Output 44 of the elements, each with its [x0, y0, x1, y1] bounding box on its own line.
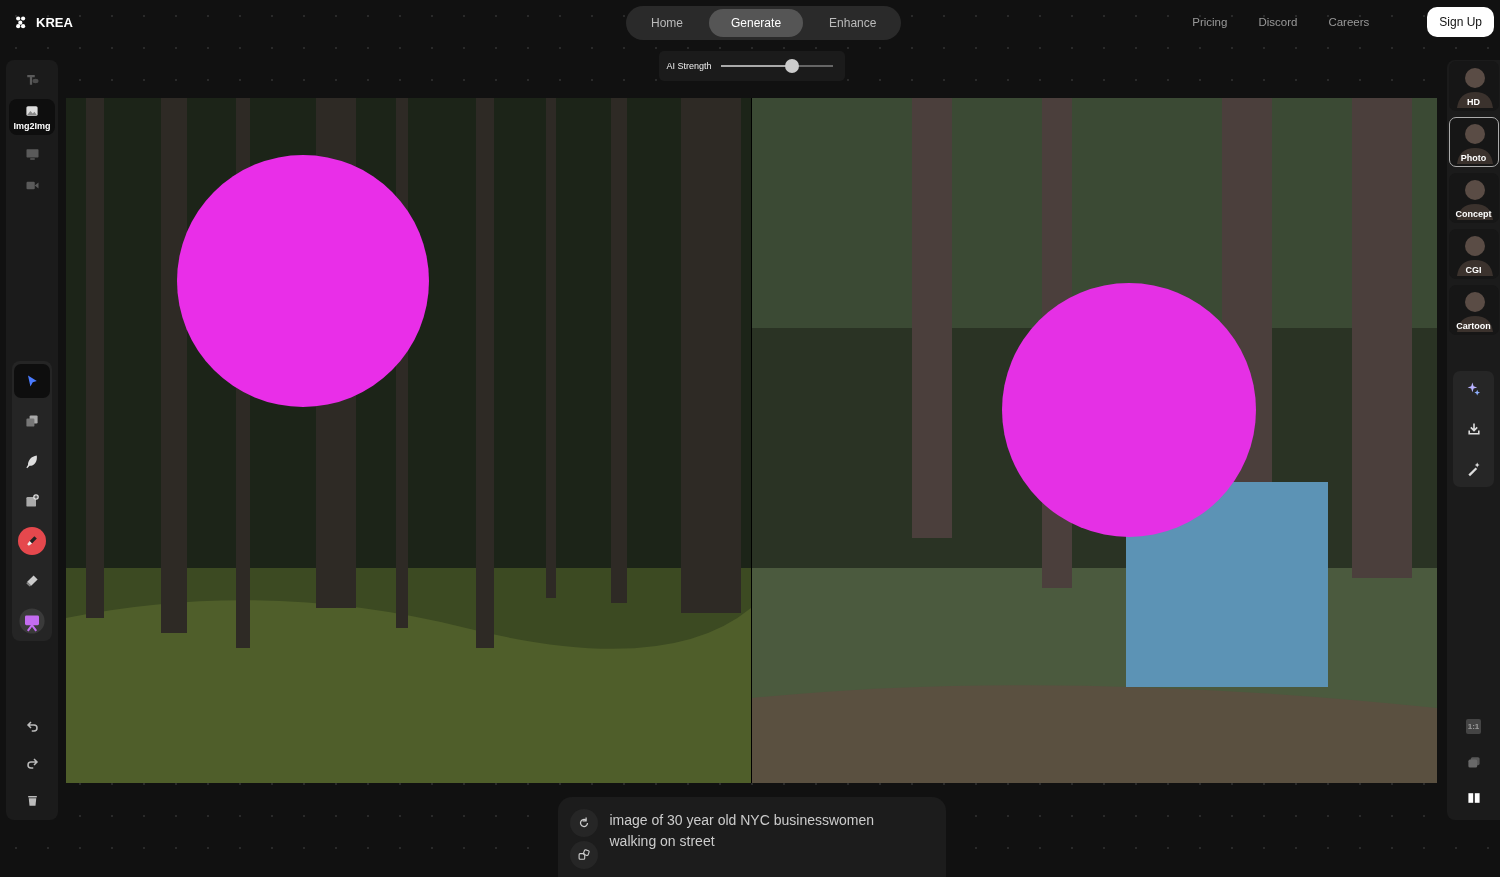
overlay-view-button[interactable] — [1465, 754, 1482, 770]
nav-tab[interactable]: Home — [629, 9, 705, 37]
refresh-button[interactable] — [569, 809, 598, 837]
add-image-icon — [24, 493, 40, 509]
download-button[interactable] — [1465, 421, 1482, 437]
text-image-icon — [24, 72, 40, 87]
undo-icon — [24, 719, 40, 734]
redo-button[interactable] — [24, 756, 40, 771]
style-preset[interactable]: Photo — [1448, 117, 1499, 167]
mode-button[interactable]: Img2Img — [9, 99, 55, 135]
nav-tab[interactable]: Enhance — [807, 9, 899, 37]
nav-link[interactable]: Careers — [1328, 16, 1370, 28]
redo-icon — [24, 756, 40, 771]
eraser-icon — [24, 573, 40, 589]
nav-link[interactable]: Discord — [1258, 16, 1298, 28]
krea-logo[interactable] — [14, 15, 28, 29]
dice-button[interactable] — [569, 841, 598, 869]
style-preset[interactable]: Concept — [1448, 173, 1499, 223]
dice-icon — [576, 848, 591, 862]
style-preset[interactable]: HD — [1448, 61, 1499, 111]
slider-thumb[interactable] — [785, 59, 800, 73]
undo-button[interactable] — [24, 719, 40, 734]
download-icon — [1465, 421, 1482, 437]
easel-icon — [18, 607, 46, 635]
split-view-icon — [1465, 790, 1482, 806]
aspect-ratio-button[interactable]: 1:1 — [1465, 719, 1482, 734]
sparkle-button[interactable] — [1465, 381, 1482, 397]
magic-button[interactable] — [1465, 461, 1482, 477]
style-preset[interactable]: Cartoon — [1448, 285, 1499, 335]
brand-name: KREA — [36, 14, 73, 30]
style-preset[interactable]: CGI — [1448, 229, 1499, 279]
feather-icon — [24, 453, 40, 469]
sign-up-button[interactable]: Sign Up — [1427, 7, 1494, 37]
sparkle-icon — [1465, 381, 1482, 397]
nav-link[interactable]: Pricing — [1192, 16, 1228, 28]
monitor-icon — [24, 147, 40, 162]
magic-wand-icon — [1465, 461, 1482, 477]
slider-label: AI Strength — [666, 61, 712, 71]
image-icon — [24, 103, 40, 119]
overlap-squares-icon — [1465, 754, 1482, 770]
nav-tab[interactable]: Generate — [709, 9, 804, 37]
layers-icon — [24, 413, 40, 429]
tool-button[interactable] — [18, 607, 46, 635]
split-view-button[interactable] — [1465, 790, 1482, 806]
